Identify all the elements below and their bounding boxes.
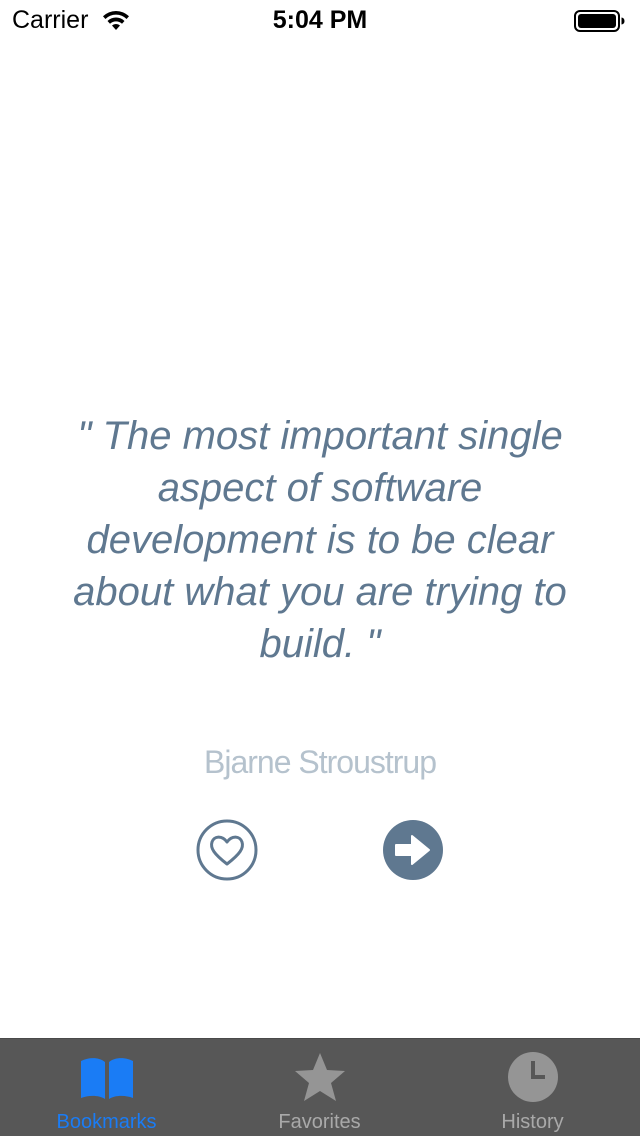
arrow-right-icon bbox=[383, 820, 443, 880]
tab-label-history: History bbox=[501, 1111, 564, 1133]
status-time: 5:04 PM bbox=[272, 6, 368, 34]
heart-icon bbox=[196, 819, 258, 881]
quote-screen: Carrier 5:04 PM " The most important sin… bbox=[0, 0, 640, 1136]
tab-bookmarks[interactable]: Bookmarks bbox=[0, 1039, 213, 1136]
tab-favorites[interactable]: Favorites bbox=[213, 1039, 426, 1136]
tab-bar: Bookmarks Favorites History bbox=[0, 1038, 640, 1136]
next-quote-button[interactable] bbox=[382, 819, 444, 881]
tab-label-bookmarks: Bookmarks bbox=[56, 1111, 157, 1133]
book-icon bbox=[80, 1058, 133, 1099]
clock-icon bbox=[507, 1052, 558, 1102]
favorite-button[interactable] bbox=[196, 819, 258, 881]
battery-icon bbox=[574, 10, 625, 32]
quote-author: Bjarne Stroustrup bbox=[203, 744, 437, 780]
tab-label-favorites: Favorites bbox=[278, 1111, 361, 1133]
star-icon bbox=[294, 1053, 345, 1101]
tab-history[interactable]: History bbox=[426, 1039, 639, 1136]
quote-container: " The most important single aspect of so… bbox=[40, 410, 600, 670]
quote-text: " The most important single aspect of so… bbox=[73, 414, 567, 666]
status-bar: Carrier 5:04 PM bbox=[0, 0, 640, 40]
